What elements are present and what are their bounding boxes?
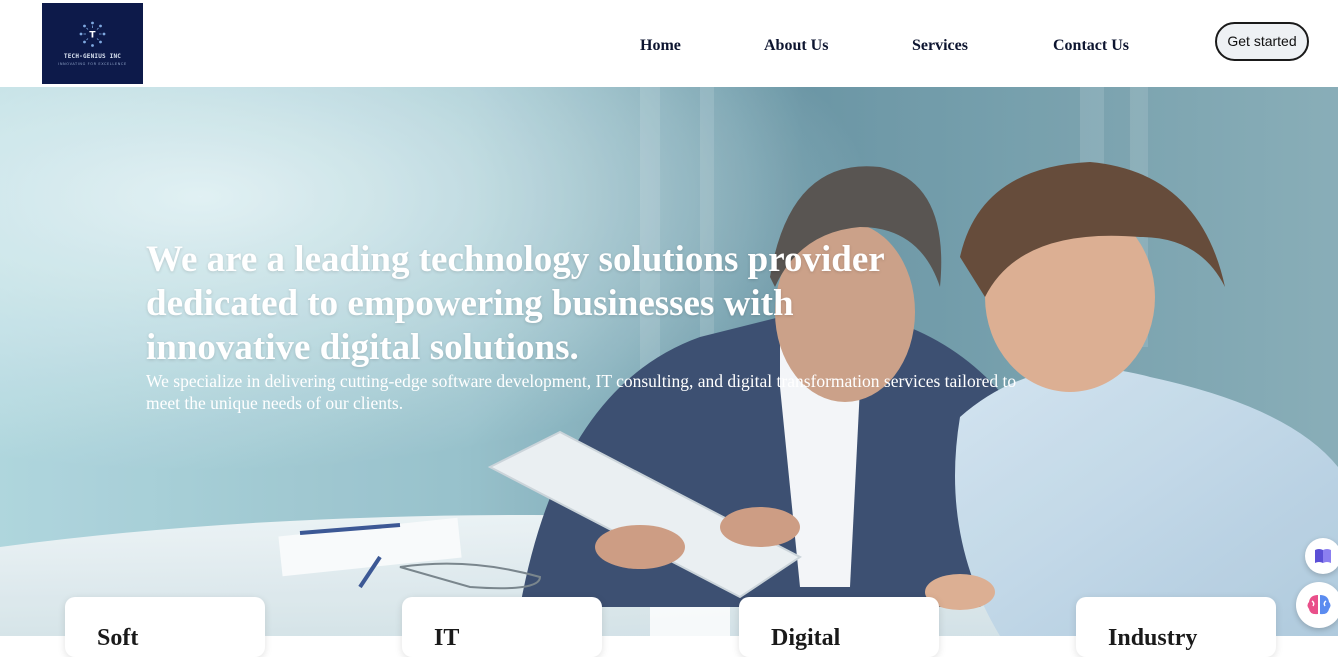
service-card-industry[interactable]: Industry <box>1076 597 1276 657</box>
service-card-title: IT <box>434 625 460 651</box>
nav-home-link[interactable]: Home <box>640 37 681 55</box>
logo-burst-icon: T <box>79 21 106 47</box>
nav-services-link[interactable]: Services <box>912 37 968 55</box>
service-card-title: Industry <box>1108 625 1198 651</box>
nav-contact-link[interactable]: Contact Us <box>1053 37 1129 55</box>
hero-subheading: We specialize in delivering cutting-edge… <box>146 371 1017 413</box>
logo-letter: T <box>89 31 96 41</box>
logo-company-name: TECH-GENIUS INC <box>63 53 122 60</box>
brain-icon <box>1307 595 1331 615</box>
book-icon <box>1315 549 1331 563</box>
site-header: T TECH-GENIUS INC INNOVATING FOR EXCELLE… <box>0 0 1338 87</box>
service-card-title: Digital <box>771 625 841 651</box>
nav-about-link[interactable]: About Us <box>764 37 828 55</box>
service-card-digital[interactable]: Digital <box>739 597 939 657</box>
service-card-it[interactable]: IT <box>402 597 602 657</box>
company-logo[interactable]: T TECH-GENIUS INC INNOVATING FOR EXCELLE… <box>42 3 143 84</box>
get-started-button[interactable]: Get started <box>1215 22 1309 61</box>
logo-tagline: INNOVATING FOR EXCELLENCE <box>58 62 127 66</box>
hero-section: We are a leading technology solutions pr… <box>0 87 1338 636</box>
service-card-software[interactable]: Soft <box>65 597 265 657</box>
reader-floating-button[interactable] <box>1305 538 1338 574</box>
service-card-title: Soft <box>97 625 139 651</box>
hero-heading: We are a leading technology solutions pr… <box>146 239 884 368</box>
assistant-floating-button[interactable] <box>1296 582 1338 628</box>
